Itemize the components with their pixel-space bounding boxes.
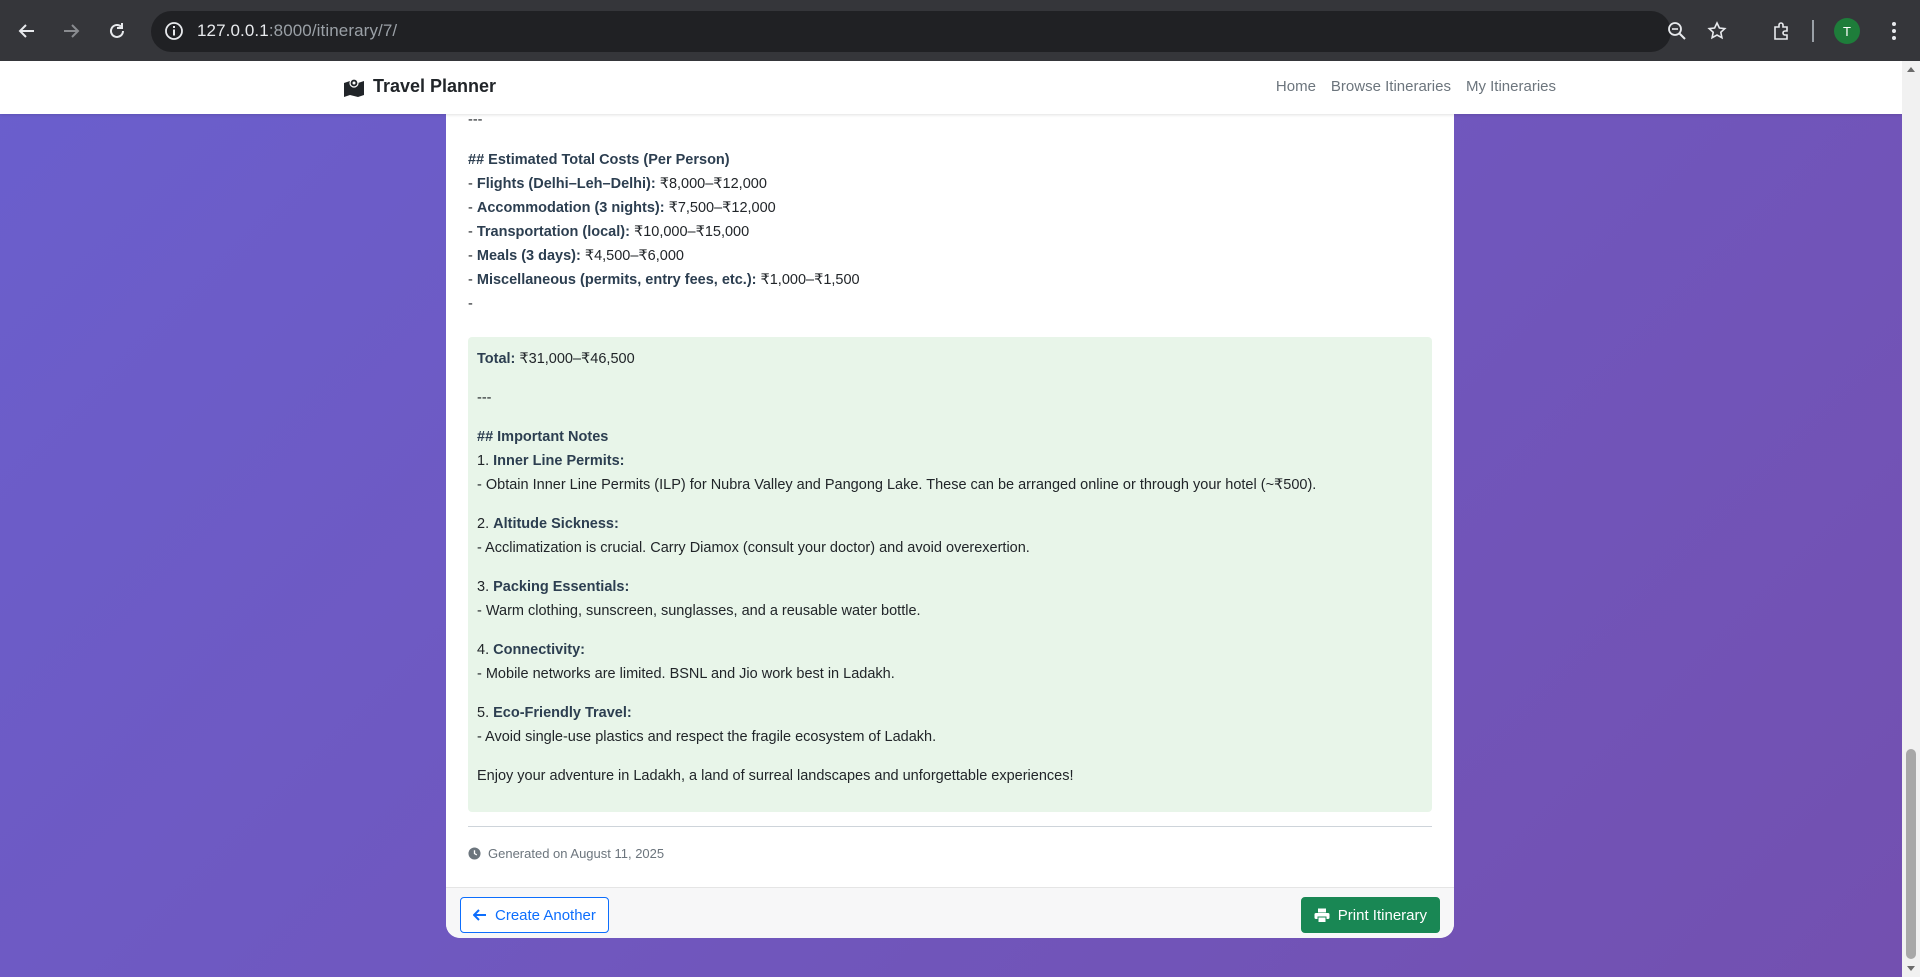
- print-itinerary-label: Print Itinerary: [1337, 906, 1427, 924]
- closing-text: Enjoy your adventure in Ladakh, a land o…: [477, 768, 1074, 784]
- note-text: - Obtain Inner Line Permits (ILP) for Nu…: [477, 477, 1317, 493]
- address-bar[interactable]: 127.0.0.1:8000/itinerary/7/: [151, 11, 1686, 52]
- nav-links: Home Browse Itineraries My Itineraries: [1276, 78, 1556, 95]
- notes-box: Total: ₹31,000–₹46,500 --- ## Important …: [468, 337, 1432, 812]
- print-itinerary-button[interactable]: Print Itinerary: [1300, 897, 1440, 933]
- note-text: - Acclimatization is crucial. Carry Diam…: [477, 540, 1030, 556]
- zoom-icon[interactable]: [1666, 20, 1690, 44]
- note-title: 4. Connectivity:: [477, 642, 585, 658]
- scroll-down-icon[interactable]: [1907, 966, 1915, 971]
- card-footer: Create Another Print Itinerary: [446, 887, 1454, 938]
- note-text: - Mobile networks are limited. BSNL and …: [477, 666, 895, 682]
- total-cost: Total: ₹31,000–₹46,500: [477, 351, 635, 367]
- browser-toolbar: 127.0.0.1:8000/itinerary/7/ T: [0, 0, 1920, 61]
- clock-icon: [468, 847, 481, 860]
- note-title: 2. Altitude Sickness:: [477, 516, 619, 532]
- content-divider: [468, 826, 1432, 827]
- page-scrollbar[interactable]: [1902, 61, 1920, 977]
- note-text: - Avoid single-use plastics and respect …: [477, 729, 937, 745]
- note-title: 5. Eco-Friendly Travel:: [477, 705, 632, 721]
- url-host: 127.0.0.1: [197, 21, 269, 40]
- generated-text: Generated on August 11, 2025: [488, 846, 665, 861]
- arrow-left-icon: [473, 909, 486, 921]
- brand-link[interactable]: Travel Planner: [343, 76, 496, 97]
- menu-kebab-icon[interactable]: [1877, 14, 1911, 48]
- create-another-label: Create Another: [495, 906, 596, 924]
- scrollbar-thumb[interactable]: [1906, 749, 1916, 959]
- scroll-up-icon[interactable]: [1907, 67, 1915, 72]
- reload-icon[interactable]: [100, 14, 134, 48]
- bookmark-star-icon[interactable]: [1700, 14, 1734, 48]
- site-info-icon[interactable]: [163, 20, 187, 44]
- create-another-button[interactable]: Create Another: [460, 897, 609, 933]
- print-icon: [1314, 908, 1330, 923]
- extensions-icon[interactable]: [1764, 14, 1798, 48]
- divider-text: ---: [477, 390, 492, 406]
- url-path: :8000/itinerary/7/: [268, 21, 398, 40]
- notes-heading: ## Important Notes: [477, 429, 609, 445]
- profile-avatar[interactable]: T: [1834, 18, 1860, 44]
- page-viewport: Travel Planner Home Browse Itineraries M…: [0, 61, 1902, 977]
- back-icon[interactable]: [10, 14, 44, 48]
- cost-item-miscellaneous: - Miscellaneous (permits, entry fees, et…: [468, 272, 860, 288]
- nav-link-my-itineraries[interactable]: My Itineraries: [1466, 78, 1556, 95]
- site-navbar: Travel Planner Home Browse Itineraries M…: [0, 61, 1902, 114]
- note-title: 1. Inner Line Permits:: [477, 453, 625, 469]
- costs-heading: ## Estimated Total Costs (Per Person): [468, 152, 730, 168]
- cost-item-accommodation: - Accommodation (3 nights): ₹7,500–₹12,0…: [468, 200, 776, 216]
- cost-item-transportation: - Transportation (local): ₹10,000–₹15,00…: [468, 224, 750, 240]
- url-text[interactable]: 127.0.0.1:8000/itinerary/7/: [197, 21, 397, 41]
- generated-date: Generated on August 11, 2025: [468, 846, 664, 861]
- map-marked-icon: [344, 77, 364, 97]
- itinerary-card: --- ## Estimated Total Costs (Per Person…: [446, 61, 1454, 938]
- note-text: - Warm clothing, sunscreen, sunglasses, …: [477, 603, 921, 619]
- cost-item-meals: - Meals (3 days): ₹4,500–₹6,000: [468, 248, 684, 264]
- cost-item-flights: - Flights (Delhi–Leh–Delhi): ₹8,000–₹12,…: [468, 176, 767, 192]
- nav-link-browse-itineraries[interactable]: Browse Itineraries: [1331, 78, 1451, 95]
- toolbar-separator: [1812, 20, 1814, 42]
- brand-name: Travel Planner: [373, 76, 497, 96]
- nav-link-home[interactable]: Home: [1276, 78, 1316, 95]
- note-title: 3. Packing Essentials:: [477, 579, 630, 595]
- forward-icon[interactable]: [54, 14, 88, 48]
- dash-text: -: [468, 296, 473, 312]
